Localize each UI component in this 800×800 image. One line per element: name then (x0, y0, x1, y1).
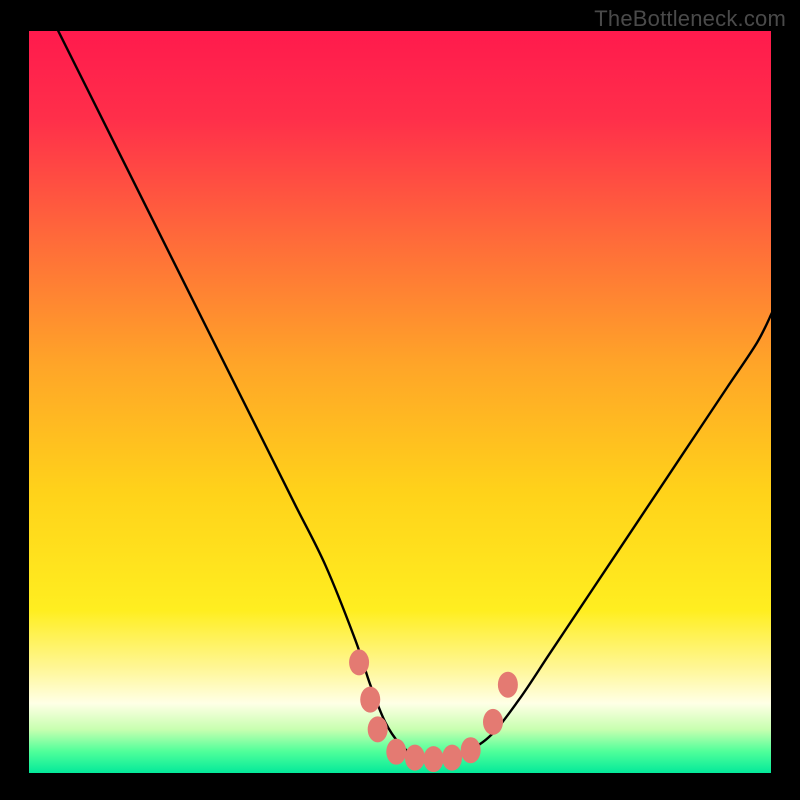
watermark-text: TheBottleneck.com (594, 6, 786, 32)
valley-marker (498, 672, 518, 698)
bottleneck-chart (0, 0, 800, 800)
valley-marker (423, 746, 443, 772)
valley-marker (360, 687, 380, 713)
valley-marker (461, 737, 481, 763)
plot-background (28, 30, 772, 774)
valley-marker (349, 649, 369, 675)
valley-marker (442, 745, 462, 771)
valley-marker (368, 716, 388, 742)
valley-marker (386, 739, 406, 765)
chart-frame: TheBottleneck.com (0, 0, 800, 800)
valley-marker (405, 745, 425, 771)
valley-marker (483, 709, 503, 735)
